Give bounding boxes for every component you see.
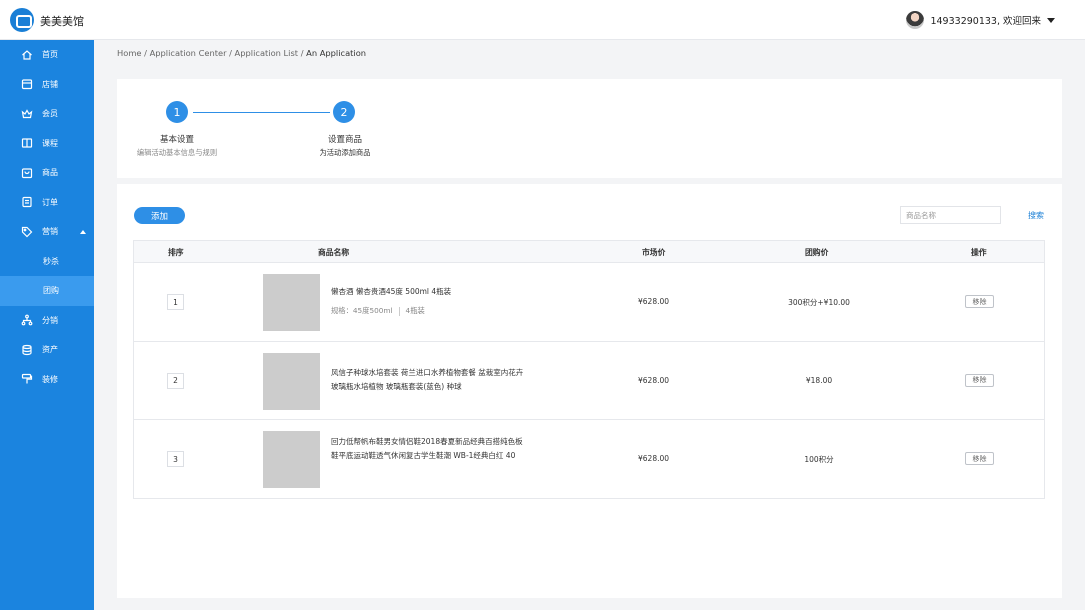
distribution-icon xyxy=(21,314,33,326)
sidebar-item-label: 会员 xyxy=(42,109,58,119)
sidebar-item-goods[interactable]: 商品 xyxy=(0,158,94,188)
group-price: 300积分+¥10.00 xyxy=(788,298,850,307)
sidebar-item-label: 商品 xyxy=(42,168,58,178)
steps-panel: 1 2 基本设置 编辑活动基本信息与规则 设置商品 为活动添加商品 xyxy=(117,79,1062,178)
breadcrumb-path[interactable]: Home / Application Center / Application … xyxy=(117,48,304,58)
column-header-market-price: 市场价 xyxy=(642,248,666,257)
decoration-icon xyxy=(21,373,33,385)
sidebar-item-label: 课程 xyxy=(42,138,58,148)
sidebar-item-label: 团购 xyxy=(43,286,59,296)
sidebar-item-flash-sale[interactable]: 秒杀 xyxy=(0,247,94,277)
remove-button[interactable]: 移除 xyxy=(965,295,994,308)
sidebar-item-label: 店铺 xyxy=(42,79,58,89)
member-icon xyxy=(21,108,33,120)
column-header-name: 商品名称 xyxy=(318,248,350,257)
brand-logo-icon[interactable] xyxy=(10,8,34,32)
sidebar: 首页 店铺 会员 课程 商品 订单 营销 秒杀 团购 分销 资产 装修 xyxy=(0,40,94,610)
goods-panel: 添加 搜索 排序 商品名称 市场价 团购价 操作 1 懒杏酒 懒杏贵酒45度 5… xyxy=(117,184,1062,598)
sidebar-item-label: 首页 xyxy=(42,50,58,60)
sidebar-item-order[interactable]: 订单 xyxy=(0,188,94,218)
market-price: ¥628.00 xyxy=(638,454,670,463)
sidebar-item-store[interactable]: 店铺 xyxy=(0,70,94,100)
order-input[interactable]: 1 xyxy=(167,294,184,310)
add-button[interactable]: 添加 xyxy=(134,207,185,224)
search-button[interactable]: 搜索 xyxy=(1028,210,1044,221)
market-price: ¥628.00 xyxy=(638,375,670,385)
step-2-subtitle: 为活动添加商品 xyxy=(319,148,371,157)
avatar[interactable] xyxy=(906,11,925,29)
tag-icon xyxy=(21,226,33,238)
order-input[interactable]: 3 xyxy=(167,451,184,467)
step-2-number: 2 xyxy=(333,101,355,123)
product-name: 懒杏酒 懒杏贵酒45度 500ml 4瓶装 xyxy=(331,287,452,296)
column-header-group-price: 团购价 xyxy=(805,248,829,257)
product-image xyxy=(263,274,320,331)
sidebar-item-label: 营销 xyxy=(42,227,58,237)
order-input[interactable]: 2 xyxy=(167,372,184,389)
table-row: 3 回力低帮帆布鞋男女情侣鞋2018春夏新品经典百搭纯色板鞋平底运动鞋透气休闲复… xyxy=(134,420,1044,499)
breadcrumb-current: An Application xyxy=(303,48,367,58)
group-price: ¥18.00 xyxy=(805,375,833,385)
spec-label: 规格：45度500ml xyxy=(331,306,393,315)
asset-icon xyxy=(21,344,33,356)
sidebar-item-marketing[interactable]: 营销 xyxy=(0,217,94,247)
sidebar-item-label: 分销 xyxy=(42,315,58,325)
remove-button[interactable]: 移除 xyxy=(965,452,994,465)
step-1-title: 基本设置 xyxy=(159,135,194,145)
column-header-action: 操作 xyxy=(971,248,987,257)
user-menu[interactable]: 14933290133, 欢迎回来 xyxy=(906,11,1055,29)
store-icon xyxy=(21,78,33,90)
product-name: 回力低帮帆布鞋男女情侣鞋2018春夏新品经典百搭纯色板鞋平底运动鞋透气休闲复古学… xyxy=(331,437,523,460)
search-input[interactable] xyxy=(900,206,1001,224)
spec-count: 4瓶装 xyxy=(405,306,425,315)
top-bar: 美美美馆 14933290133, 欢迎回来 xyxy=(0,0,1085,40)
column-header-order: 排序 xyxy=(168,248,184,257)
table-row: 1 懒杏酒 懒杏贵酒45度 500ml 4瓶装 规格：45度500ml 4瓶装 … xyxy=(134,263,1044,342)
table-row: 2 风信子种球水培套装 荷兰进口水养植物套餐 盆栽室内花卉玻璃瓶水培植物 玻璃瓶… xyxy=(134,342,1044,420)
home-icon xyxy=(21,49,33,61)
product-image xyxy=(263,352,320,410)
user-greeting: 14933290133, 欢迎回来 xyxy=(930,16,1041,27)
sidebar-item-distribution[interactable]: 分销 xyxy=(0,306,94,336)
step-1-number: 1 xyxy=(166,101,188,123)
step-1-subtitle: 编辑活动基本信息与规则 xyxy=(136,148,218,157)
chevron-down-icon[interactable] xyxy=(1047,17,1055,23)
sidebar-item-label: 订单 xyxy=(42,197,58,207)
sidebar-item-label: 资产 xyxy=(42,345,58,355)
sidebar-item-member[interactable]: 会员 xyxy=(0,99,94,129)
chevron-up-icon[interactable] xyxy=(80,229,86,234)
sidebar-item-home[interactable]: 首页 xyxy=(0,40,94,70)
breadcrumb: Home / Application Center / Application … xyxy=(117,48,366,58)
spec-divider xyxy=(398,307,400,316)
book-icon xyxy=(21,137,33,149)
brand-name: 美美美馆 xyxy=(40,15,84,28)
step-2-title: 设置商品 xyxy=(327,135,362,145)
sidebar-item-course[interactable]: 课程 xyxy=(0,129,94,159)
table-header: 排序 商品名称 市场价 团购价 操作 xyxy=(134,241,1044,263)
group-price: 100积分 xyxy=(804,455,834,464)
order-icon xyxy=(21,196,33,208)
product-name: 风信子种球水培套装 荷兰进口水养植物套餐 盆栽室内花卉玻璃瓶水培植物 玻璃瓶套装… xyxy=(331,367,524,391)
sidebar-item-decoration[interactable]: 装修 xyxy=(0,365,94,395)
step-connector xyxy=(193,112,330,113)
sidebar-item-label: 装修 xyxy=(42,374,58,384)
goods-icon xyxy=(21,167,33,179)
product-spec: 规格：45度500ml 4瓶装 xyxy=(331,306,425,316)
product-image xyxy=(263,431,320,488)
sidebar-item-asset[interactable]: 资产 xyxy=(0,335,94,365)
sidebar-item-label: 秒杀 xyxy=(43,256,59,266)
goods-table: 排序 商品名称 市场价 团购价 操作 1 懒杏酒 懒杏贵酒45度 500ml 4… xyxy=(133,240,1045,499)
remove-button[interactable]: 移除 xyxy=(965,373,994,387)
market-price: ¥628.00 xyxy=(638,297,670,306)
sidebar-item-group-buy[interactable]: 团购 xyxy=(0,276,94,306)
